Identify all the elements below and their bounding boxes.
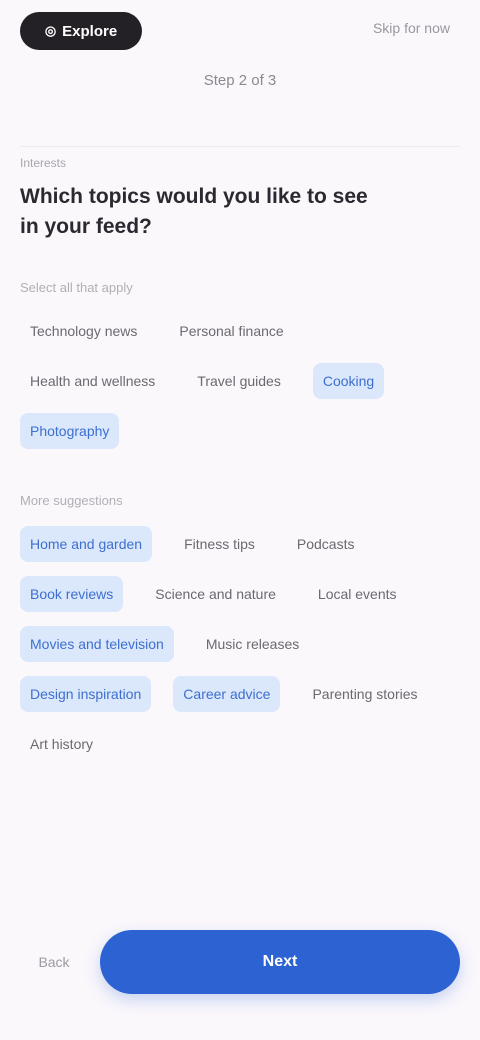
skip-button[interactable]: Skip for now xyxy=(373,20,450,36)
next-button[interactable]: Next xyxy=(100,930,460,994)
topic-chip[interactable]: Podcasts xyxy=(287,526,365,562)
topic-chip[interactable]: Fitness tips xyxy=(174,526,265,562)
brand-button[interactable]: ◎ Explore xyxy=(20,12,142,50)
compass-icon: ◎ xyxy=(44,23,57,38)
topic-chip[interactable]: Travel guides xyxy=(187,363,291,399)
topic-chip[interactable]: Personal finance xyxy=(169,313,293,349)
back-button[interactable]: Back xyxy=(26,946,82,978)
topic-chip[interactable]: Photography xyxy=(20,413,120,449)
main-content: Interests Which topics would you like to… xyxy=(20,156,460,762)
topic-chip[interactable]: Movies and television xyxy=(20,626,174,662)
group-two-label: More suggestions xyxy=(20,493,123,508)
topic-chip[interactable]: Science and nature xyxy=(145,576,286,612)
topic-chip[interactable]: Book reviews xyxy=(20,576,124,612)
topic-chip[interactable]: Career advice xyxy=(173,676,281,712)
topic-chip[interactable]: Design inspiration xyxy=(20,676,152,712)
group-one-label: Select all that apply xyxy=(20,280,133,295)
topic-chip[interactable]: Music releases xyxy=(196,626,309,662)
group-one-chips: Technology news Personal finance Health an… xyxy=(20,313,460,449)
topic-chip[interactable]: Technology news xyxy=(20,313,147,349)
topic-chip[interactable]: Cooking xyxy=(312,363,385,399)
topic-group-one: Select all that apply Technology news Per… xyxy=(20,280,460,449)
group-two-chips: Home and garden Fitness tips Podcasts Book … xyxy=(20,526,460,762)
topic-group-two: More suggestions Home and garden Fitness … xyxy=(20,493,460,762)
topic-chip[interactable]: Art history xyxy=(20,726,103,762)
footer-bar: Back Next xyxy=(0,920,480,1010)
topic-chip[interactable]: Parenting stories xyxy=(302,676,427,712)
topic-chip[interactable]: Health and wellness xyxy=(20,363,165,399)
topic-chip[interactable]: Home and garden xyxy=(20,526,153,562)
header-divider xyxy=(20,146,460,147)
step-indicator: Step 2 of 3 xyxy=(203,72,277,89)
top-bar: ◎ Explore Skip for now Step 2 of 3 xyxy=(0,0,480,147)
onboarding-screen: ◎ Explore Skip for now Step 2 of 3 Inter… xyxy=(0,0,480,1040)
section-kicker: Interests xyxy=(20,156,67,170)
brand-label: Explore xyxy=(62,22,118,40)
topic-chip[interactable]: Local events xyxy=(308,576,407,612)
question-title: Which topics would you like to see in yo… xyxy=(20,185,368,238)
